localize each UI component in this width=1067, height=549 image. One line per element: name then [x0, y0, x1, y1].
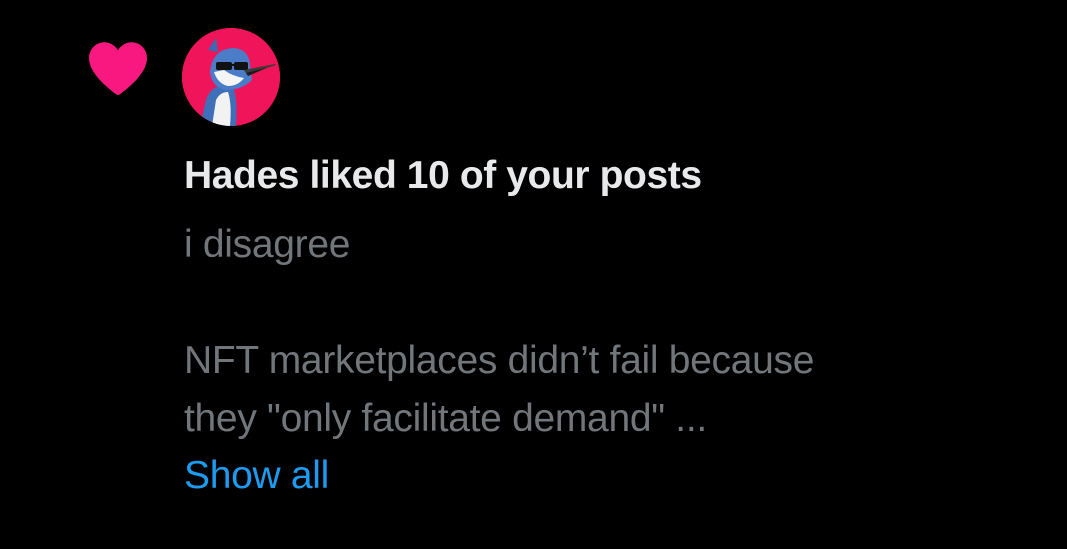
post-line: they "only facilitate demand" ... — [184, 397, 707, 440]
post-line-break — [184, 274, 1044, 332]
heart-icon — [89, 42, 147, 95]
show-all-link[interactable]: Show all — [184, 450, 329, 502]
post-line: i disagree — [184, 223, 351, 266]
notification-content: Hades liked 10 of your posts i disagree … — [184, 150, 1044, 502]
avatar-image — [182, 28, 280, 126]
like-notification[interactable]: Hades liked 10 of your posts i disagree … — [0, 0, 1067, 549]
notification-title: Hades liked 10 of your posts — [184, 154, 702, 197]
post-preview: i disagree NFT marketplaces didn’t fail … — [184, 216, 1044, 448]
post-line: NFT marketplaces didn’t fail because — [184, 339, 815, 382]
avatar[interactable] — [182, 28, 280, 126]
